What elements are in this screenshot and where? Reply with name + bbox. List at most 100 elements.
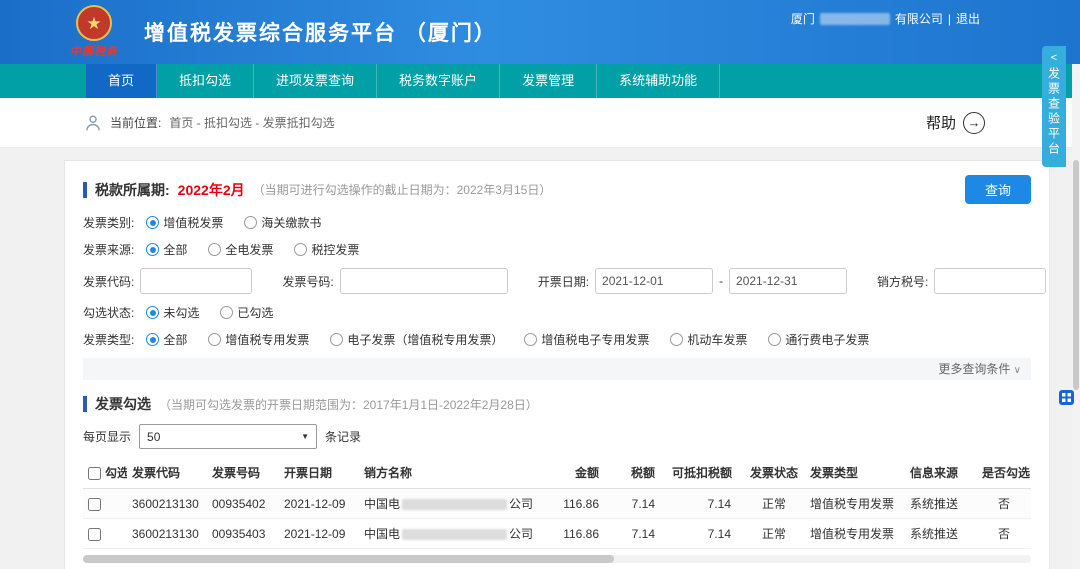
radio-label: 增值税专用发票 bbox=[225, 333, 310, 347]
radio-label: 增值税发票 bbox=[163, 216, 224, 230]
radio-label: 全部 bbox=[163, 333, 188, 347]
invoice-check-note: （当期可勾选发票的开票日期范围为：2017年1月1日-2022年2月28日） bbox=[159, 397, 538, 412]
cell-code: 3600213130 bbox=[127, 518, 207, 549]
nav-item-system-aux[interactable]: 系统辅助功能 bbox=[597, 64, 721, 98]
more-filters-link[interactable]: 更多查询条件 ∨ bbox=[83, 358, 1031, 380]
invoice-category-row: 发票类别: 增值税发票 海关缴款书 bbox=[83, 214, 1031, 231]
radio-type-special[interactable]: 增值税专用发票 bbox=[208, 331, 309, 348]
breadcrumb-bar: 当前位置: 首页 - 抵扣勾选 - 发票抵扣勾选 帮助 → bbox=[0, 98, 1080, 148]
seller-tax-label: 销方税号: bbox=[877, 274, 929, 289]
invoice-date-group: 开票日期: - bbox=[537, 268, 848, 294]
page-size-select[interactable]: 50 ▼ bbox=[139, 424, 318, 449]
radio-dot-icon bbox=[146, 216, 160, 229]
table-row: 3600213130 00935403 2021-12-09 中国电 公司 116… bbox=[83, 518, 1031, 549]
col-header-code: 发票代码 bbox=[127, 457, 207, 489]
header-user-area: 厦门 有限公司 | 退出 bbox=[791, 10, 980, 27]
vertical-scrollbar-thumb[interactable] bbox=[1073, 160, 1079, 390]
col-header-amount: 金额 bbox=[549, 457, 611, 489]
horizontal-scrollbar[interactable] bbox=[83, 555, 1031, 563]
invoice-type-row: 发票类型: 全部 增值税专用发票 电子发票（增值税专用发票） 增值税电子专用发票… bbox=[83, 331, 1031, 348]
radio-type-e-special[interactable]: 电子发票（增值税专用发票） bbox=[330, 331, 503, 348]
col-header-checked: 是否勾选 bbox=[977, 457, 1031, 489]
col-header-type: 发票类型 bbox=[805, 457, 905, 489]
radio-dot-icon bbox=[220, 306, 234, 319]
invoice-number-group: 发票号码: bbox=[282, 268, 508, 294]
period-label: 税款所属期: bbox=[95, 181, 170, 198]
page-size-value: 50 bbox=[147, 429, 161, 444]
table-row: 3600213130 00935402 2021-12-09 中国电 公司 116… bbox=[83, 488, 1031, 519]
radio-checked[interactable]: 已勾选 bbox=[220, 304, 273, 321]
col-header-date: 开票日期 bbox=[279, 457, 359, 489]
invoice-category-label: 发票类别: bbox=[83, 216, 135, 230]
period-value: 2022年2月 bbox=[177, 181, 245, 198]
col-header-seller: 销方名称 bbox=[359, 457, 549, 489]
radio-vat-invoice[interactable]: 增值税发票 bbox=[146, 214, 223, 231]
date-from-input[interactable] bbox=[595, 268, 714, 294]
help-label: 帮助 bbox=[925, 115, 956, 132]
vertical-scrollbar[interactable] bbox=[1072, 64, 1080, 569]
cell-number: 00935403 bbox=[207, 518, 279, 549]
collapse-chevron-icon: < bbox=[1050, 52, 1058, 64]
float-widget-icon[interactable] bbox=[1059, 390, 1074, 405]
cell-tax: 7.14 bbox=[611, 488, 667, 519]
seller-tax-input[interactable] bbox=[934, 268, 1047, 294]
radio-label: 增值税电子专用发票 bbox=[541, 333, 650, 347]
page-size-suffix: 条记录 bbox=[325, 430, 362, 444]
check-status-label: 勾选状态: bbox=[83, 306, 135, 320]
col-header-source: 信息来源 bbox=[905, 457, 977, 489]
radio-type-motor-vehicle[interactable]: 机动车发票 bbox=[670, 331, 747, 348]
nav-item-input-invoice-query[interactable]: 进项发票查询 bbox=[254, 64, 378, 98]
chevron-down-icon: ∨ bbox=[1013, 365, 1021, 376]
query-button[interactable]: 查询 bbox=[964, 175, 1031, 204]
col-header-status: 发票状态 bbox=[743, 457, 805, 489]
radio-dot-icon bbox=[208, 243, 222, 256]
radio-dot-icon bbox=[244, 216, 258, 229]
cell-date: 2021-12-09 bbox=[279, 518, 359, 549]
radio-type-all[interactable]: 全部 bbox=[146, 331, 187, 348]
radio-label: 已勾选 bbox=[237, 306, 274, 320]
cell-source: 系统推送 bbox=[905, 488, 977, 519]
date-range-separator: - bbox=[719, 274, 724, 288]
caret-down-icon: ▼ bbox=[301, 432, 310, 441]
radio-unchecked[interactable]: 未勾选 bbox=[146, 304, 199, 321]
radio-type-toll-e[interactable]: 通行费电子发票 bbox=[768, 331, 869, 348]
invoice-number-input[interactable] bbox=[339, 268, 508, 294]
seller-suffix: 公司 bbox=[509, 527, 534, 541]
radio-dot-icon bbox=[294, 243, 308, 256]
logout-link[interactable]: 退出 bbox=[956, 10, 980, 27]
select-all-checkbox[interactable] bbox=[88, 467, 101, 481]
help-arrow-icon: → bbox=[963, 111, 985, 134]
page-size-label: 每页显示 bbox=[83, 430, 132, 444]
more-filters-label: 更多查询条件 bbox=[938, 362, 1011, 376]
col-header-deductible: 可抵扣税额 bbox=[667, 457, 743, 489]
radio-label: 税控发票 bbox=[311, 243, 360, 257]
nav-item-tax-digital-account[interactable]: 税务数字账户 bbox=[377, 64, 501, 98]
radio-customs-receipt[interactable]: 海关缴款书 bbox=[244, 214, 321, 231]
invoice-verify-side-tab[interactable]: < 发票查验平台 bbox=[1042, 46, 1066, 167]
company-name-suffix: 有限公司 bbox=[894, 12, 943, 26]
invoice-type-label: 发票类型: bbox=[83, 333, 135, 347]
nav-item-invoice-manage[interactable]: 发票管理 bbox=[500, 64, 598, 98]
radio-dot-icon bbox=[208, 333, 222, 346]
horizontal-scrollbar-thumb[interactable] bbox=[83, 555, 614, 563]
invoice-code-input[interactable] bbox=[140, 268, 253, 294]
row-checkbox[interactable] bbox=[88, 527, 101, 541]
app-title: 增值税发票综合服务平台 （厦门） bbox=[144, 22, 497, 45]
help-button[interactable]: 帮助 → bbox=[925, 111, 985, 134]
radio-source-tax-control[interactable]: 税控发票 bbox=[294, 241, 359, 258]
nav-item-home[interactable]: 首页 bbox=[86, 64, 158, 98]
nav-item-deduct-check[interactable]: 抵扣勾选 bbox=[157, 64, 255, 98]
radio-label: 未勾选 bbox=[163, 306, 200, 320]
seller-prefix: 中国电 bbox=[364, 497, 401, 511]
radio-dot-icon bbox=[524, 333, 538, 346]
radio-source-all[interactable]: 全部 bbox=[146, 241, 187, 258]
seller-suffix: 公司 bbox=[509, 497, 534, 511]
date-to-input[interactable] bbox=[729, 268, 848, 294]
radio-source-all-electric[interactable]: 全电发票 bbox=[208, 241, 273, 258]
row-checkbox[interactable] bbox=[88, 497, 101, 511]
cell-tax: 7.14 bbox=[611, 518, 667, 549]
radio-type-e-vat-special[interactable]: 增值税电子专用发票 bbox=[524, 331, 649, 348]
invoice-table: 勾选 发票代码 发票号码 开票日期 销方名称 金额 税额 可抵扣税额 发票状态 … bbox=[83, 457, 1031, 549]
period-section-header: 税款所属期: 2022年2月 （当期可进行勾选操作的截止日期为：2022年3月1… bbox=[83, 175, 1031, 204]
invoice-date-label: 开票日期: bbox=[537, 274, 590, 289]
